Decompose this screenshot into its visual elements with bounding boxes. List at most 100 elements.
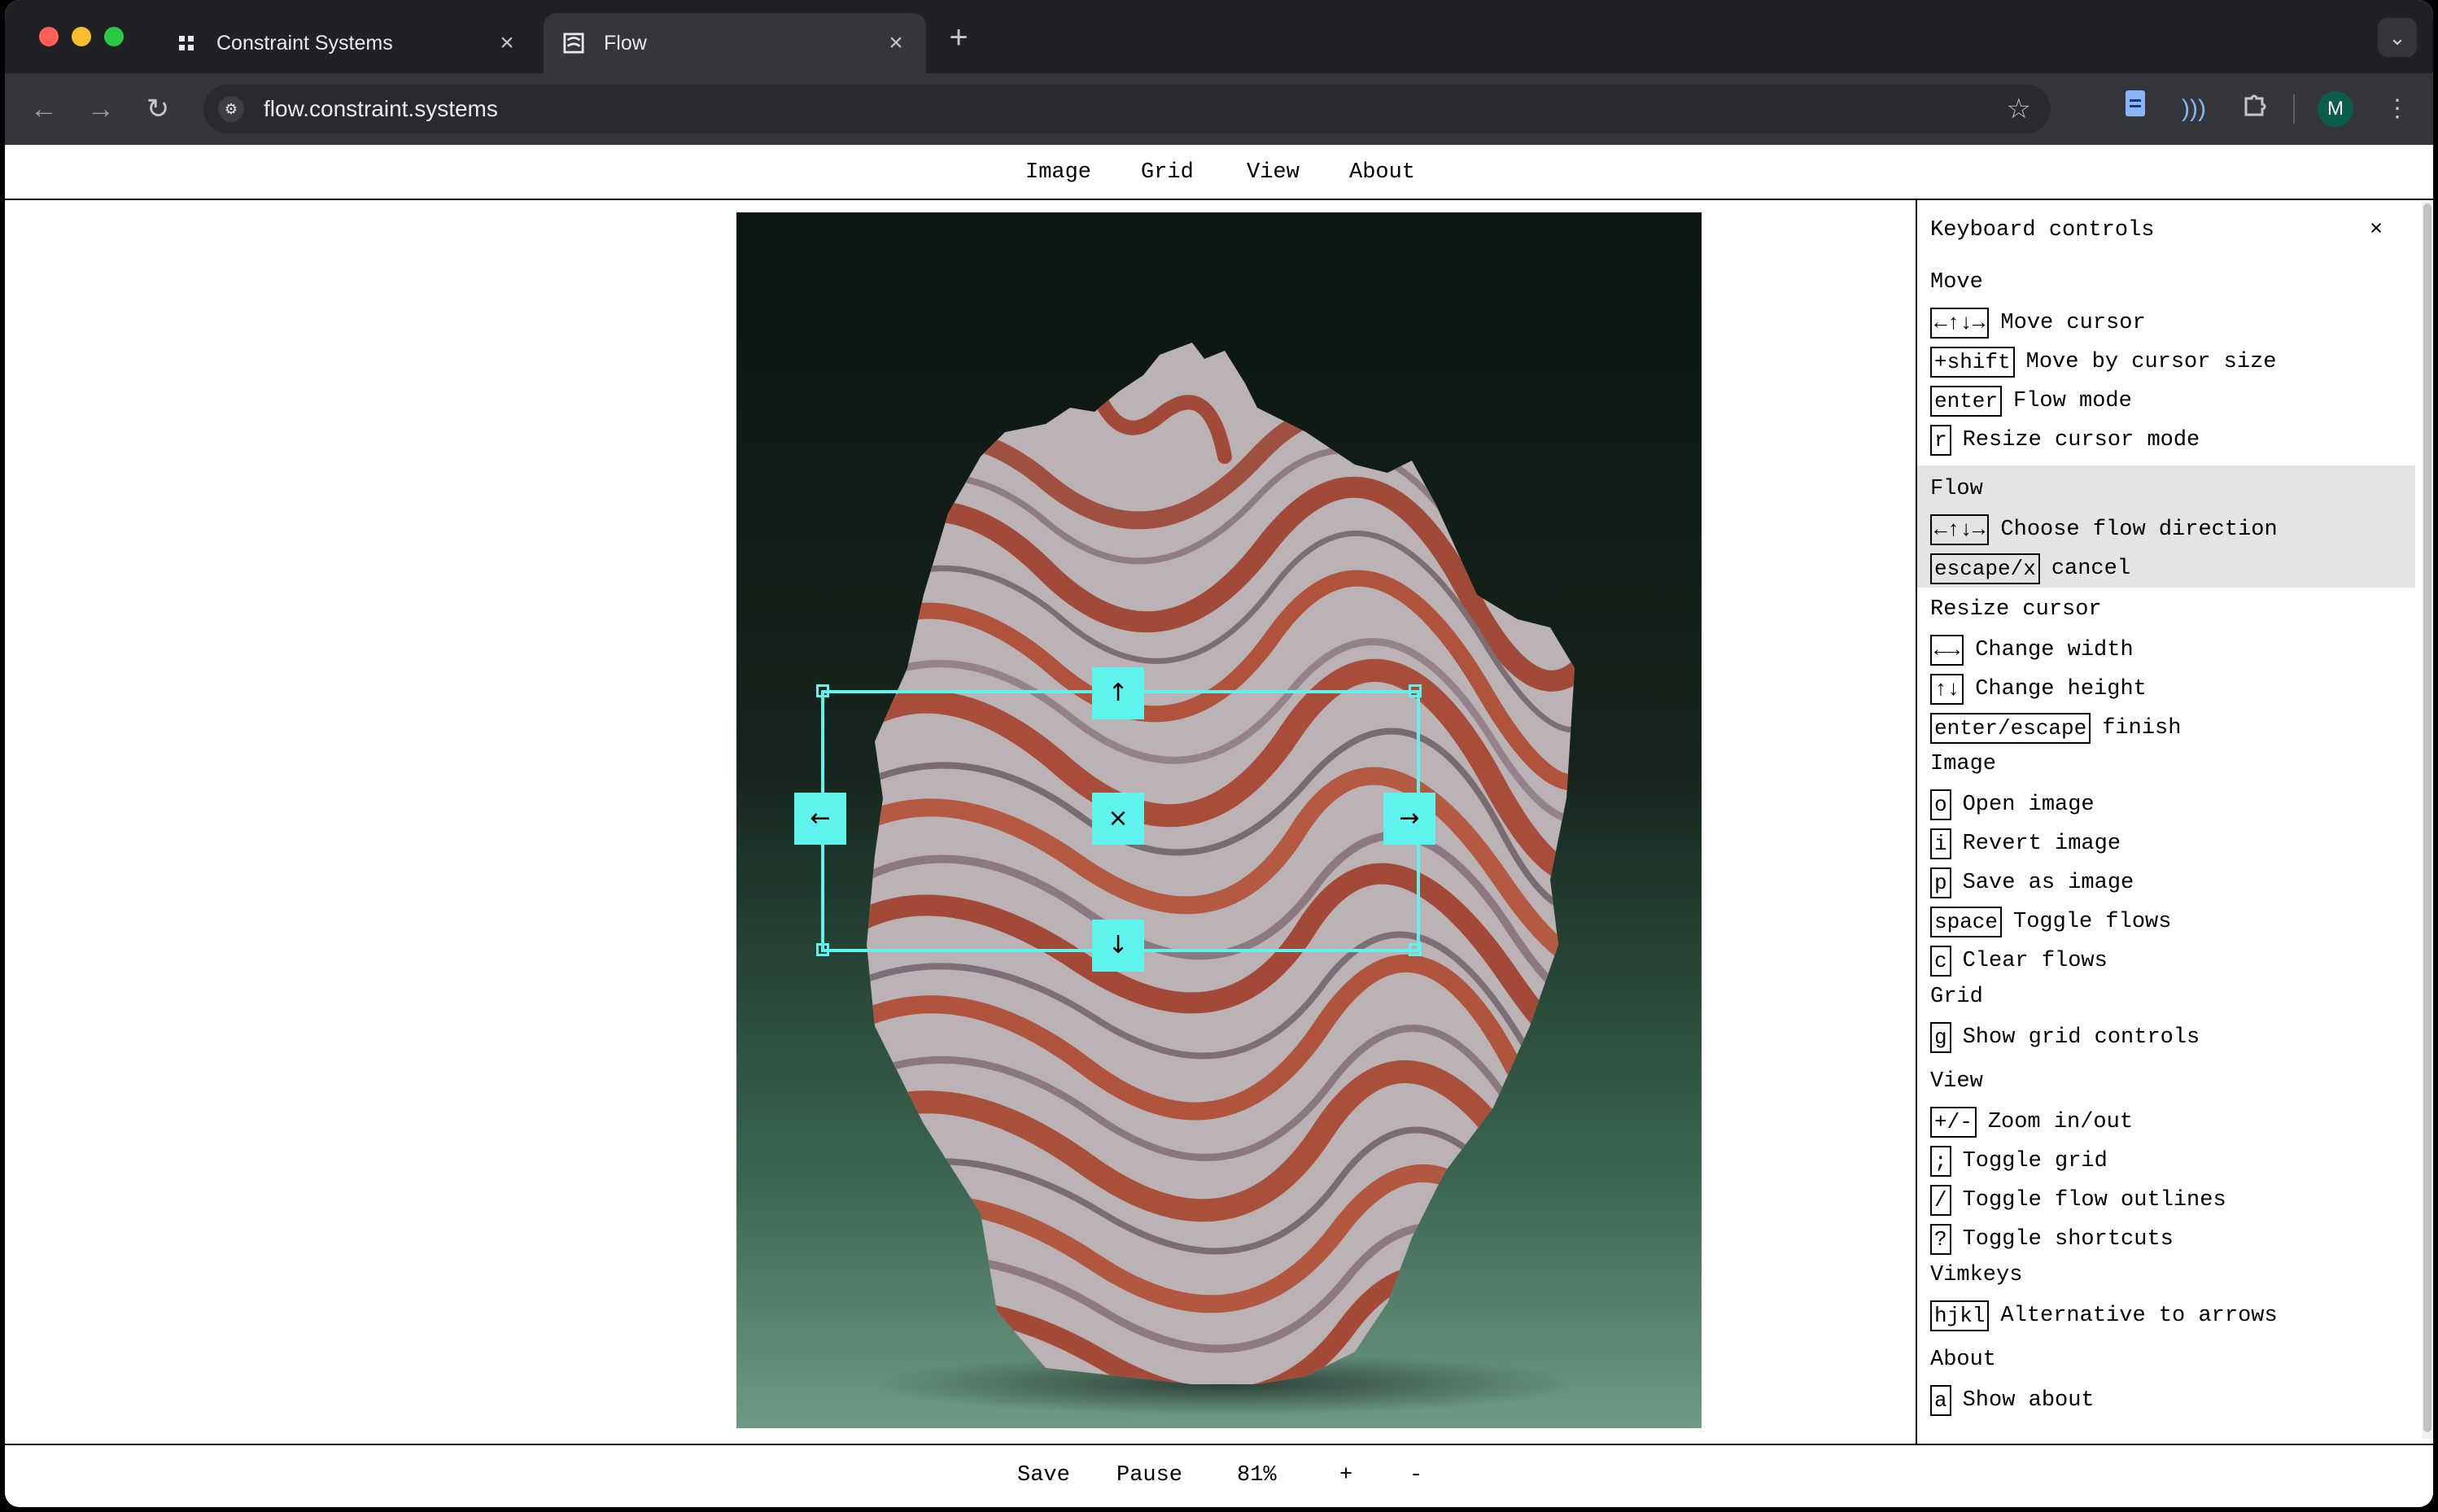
- shortcut-row: ; Toggle grid: [1930, 1146, 2108, 1177]
- shortcut-row: r Resize cursor mode: [1930, 425, 2200, 456]
- image-canvas[interactable]: ↑ ↓ ← → ×: [5, 200, 1916, 1444]
- shortcut-row: +shift Move by cursor size: [1930, 347, 2276, 378]
- close-panel-icon[interactable]: ×: [2370, 216, 2383, 244]
- close-tab-icon[interactable]: ×: [882, 29, 910, 57]
- browser-window: Constraint Systems × Flow × + ⌄ ← → ↻ ⚙ …: [5, 0, 2433, 1507]
- tab-title: Flow: [604, 31, 647, 55]
- panel-scrollbar[interactable]: [2422, 202, 2433, 1439]
- menu-view[interactable]: View: [1247, 160, 1300, 186]
- address-bar[interactable]: ⚙ flow.constraint.systems ☆: [203, 85, 2051, 133]
- url-text[interactable]: flow.constraint.systems: [264, 85, 498, 133]
- shortcut-row: / Toggle flow outlines: [1930, 1185, 2226, 1216]
- shortcut-label: Move cursor: [2000, 311, 2146, 335]
- audio-extension-icon[interactable]: ))): [2174, 90, 2213, 129]
- key-badge: ↑↓: [1930, 674, 1964, 705]
- section-flow: Flow ←↑↓→ Choose flow direction escape/x c…: [1917, 465, 2415, 588]
- key-badge: space: [1930, 907, 2003, 937]
- shortcut-row: enter/escape finish: [1930, 713, 2181, 744]
- key-badge: enter/escape: [1930, 713, 2091, 744]
- site-info-icon[interactable]: ⚙: [218, 96, 244, 122]
- key-badge: +/-: [1930, 1107, 1977, 1138]
- flow-down-arrow-icon[interactable]: ↓: [1092, 920, 1144, 972]
- close-tab-icon[interactable]: ×: [493, 29, 521, 57]
- cursor-corner-top-right[interactable]: [1409, 684, 1422, 697]
- shortcut-row: hjkl Alternative to arrows: [1930, 1300, 2278, 1331]
- shortcut-label: Toggle flow outlines: [1962, 1188, 2226, 1213]
- scrollbar-thumb[interactable]: [2423, 203, 2431, 1432]
- shortcut-row: space Toggle flows: [1930, 907, 2171, 937]
- section-title: About: [1930, 1348, 1997, 1372]
- cancel-flow-icon[interactable]: ×: [1092, 793, 1144, 845]
- tab-constraint-systems[interactable]: Constraint Systems ×: [156, 13, 537, 73]
- key-badge: r: [1930, 425, 1951, 456]
- section-image: Image o Open image i Revert image p Save as…: [1917, 742, 2415, 977]
- docs-extension-icon[interactable]: [2116, 90, 2155, 129]
- shortcut-row: c Clear flows: [1930, 946, 2108, 977]
- app-footer: Save Pause 81% + -: [5, 1444, 2433, 1507]
- shortcut-label: Toggle shortcuts: [1962, 1227, 2174, 1252]
- flow-right-arrow-icon[interactable]: →: [1383, 793, 1435, 845]
- flow-favicon-icon: [563, 33, 584, 54]
- cursor-corner-bottom-left[interactable]: [816, 943, 829, 956]
- maximize-window-button[interactable]: [104, 27, 124, 46]
- section-title: Grid: [1930, 985, 1983, 1009]
- shortcut-row: ←↑↓→ Choose flow direction: [1930, 514, 2278, 545]
- zoom-out-button[interactable]: -: [1409, 1462, 1422, 1489]
- keyboard-controls-panel: Keyboard controls × Move ←↑↓→ Move cursor…: [1916, 200, 2422, 1444]
- key-badge: hjkl: [1930, 1300, 1990, 1331]
- section-title: Move: [1930, 270, 1983, 295]
- shortcut-label: Show grid controls: [1962, 1025, 2200, 1050]
- shortcut-row: +/- Zoom in/out: [1930, 1107, 2133, 1138]
- menu-image[interactable]: Image: [1025, 160, 1091, 186]
- menu-about[interactable]: About: [1349, 160, 1415, 186]
- back-icon[interactable]: ←: [24, 90, 63, 129]
- tab-title: Constraint Systems: [216, 31, 393, 55]
- close-window-button[interactable]: [39, 27, 59, 46]
- shortcut-row: escape/x cancel: [1930, 553, 2130, 584]
- shortcut-label: Flow mode: [2013, 389, 2132, 413]
- browser-toolbar: ← → ↻ ⚙ flow.constraint.systems ☆ ))) M …: [5, 73, 2433, 145]
- key-badge: escape/x: [1930, 553, 2040, 584]
- key-badge: ←↑↓→: [1930, 514, 1990, 545]
- profile-avatar[interactable]: M: [2318, 91, 2353, 127]
- extensions-puzzle-icon[interactable]: [2235, 90, 2274, 129]
- cursor-corner-top-left[interactable]: [816, 684, 829, 697]
- shortcut-row: ←→ Change width: [1930, 635, 2134, 666]
- section-title: Vimkeys: [1930, 1263, 2023, 1287]
- zoom-in-button[interactable]: +: [1339, 1462, 1352, 1489]
- section-resize-cursor: Resize cursor ←→ Change width ↑↓ Change he…: [1917, 588, 2415, 744]
- forward-icon[interactable]: →: [81, 90, 120, 129]
- zoom-level: 81%: [1237, 1463, 1277, 1488]
- shortcut-row: o Open image: [1930, 789, 2095, 820]
- section-move: Move ←↑↓→ Move cursor +shift Move by curso…: [1917, 265, 2415, 465]
- shortcut-label: Change width: [1975, 638, 2134, 662]
- tab-flow[interactable]: Flow ×: [544, 13, 926, 73]
- section-view: View +/- Zoom in/out ; Toggle grid / Toggle…: [1917, 1060, 2415, 1255]
- section-title: Flow: [1930, 477, 1983, 501]
- shortcut-row: p Save as image: [1930, 867, 2134, 898]
- new-tab-button[interactable]: +: [941, 20, 977, 55]
- pause-button[interactable]: Pause: [1116, 1462, 1182, 1489]
- section-grid: Grid g Show grid controls: [1917, 975, 2415, 1060]
- shortcut-row: a Show about: [1930, 1385, 2095, 1416]
- tab-search-button[interactable]: ⌄: [2378, 18, 2417, 57]
- shortcut-label: Show about: [1962, 1388, 2095, 1413]
- bookmark-star-icon[interactable]: ☆: [2007, 93, 2031, 125]
- shortcut-label: Revert image: [1962, 832, 2121, 856]
- shortcut-row: ↑↓ Change height: [1930, 674, 2147, 705]
- key-badge: ←↑↓→: [1930, 308, 1990, 339]
- flow-app: Image Grid View About ↑ ↓ ← → × Keyboard…: [5, 145, 2433, 1507]
- minimize-window-button[interactable]: [72, 27, 91, 46]
- browser-menu-icon[interactable]: ⋮: [2378, 90, 2417, 129]
- shortcut-label: Open image: [1962, 793, 2095, 817]
- key-badge: ←→: [1930, 635, 1964, 666]
- save-button[interactable]: Save: [1017, 1462, 1070, 1489]
- flow-up-arrow-icon[interactable]: ↑: [1092, 667, 1144, 719]
- shortcut-label: Move by cursor size: [2025, 350, 2277, 374]
- reload-icon[interactable]: ↻: [138, 90, 177, 129]
- flow-left-arrow-icon[interactable]: ←: [794, 793, 846, 845]
- cursor-corner-bottom-right[interactable]: [1409, 943, 1422, 956]
- menu-grid[interactable]: Grid: [1141, 160, 1194, 186]
- shortcut-label: Change height: [1975, 677, 2147, 701]
- shortcut-row: ←↑↓→ Move cursor: [1930, 308, 2146, 339]
